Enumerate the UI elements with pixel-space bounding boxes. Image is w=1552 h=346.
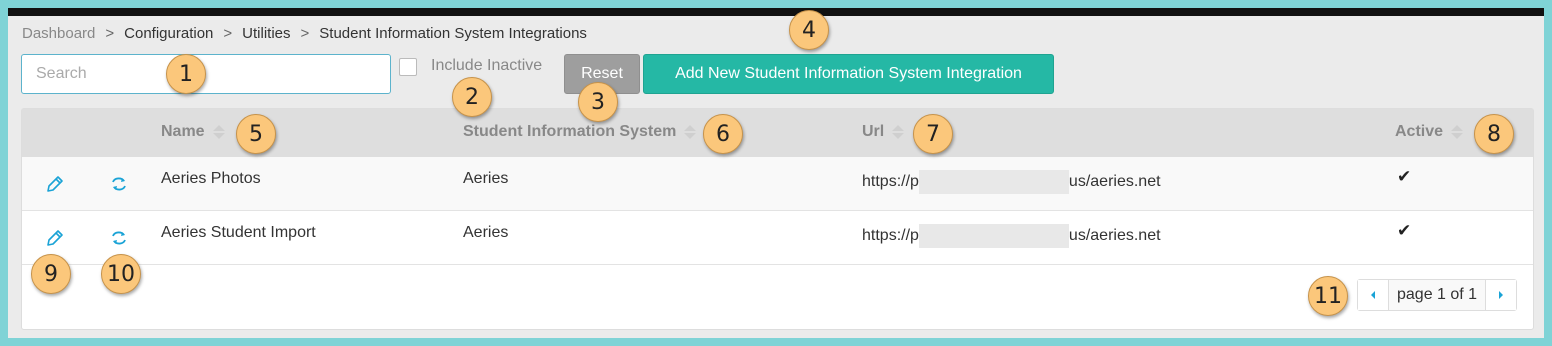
integration-sis: Aeries xyxy=(463,170,509,187)
column-header-url[interactable]: Url xyxy=(862,123,905,141)
search-input[interactable] xyxy=(21,54,391,94)
breadcrumb-separator: > xyxy=(105,25,115,42)
callout-badge: 3 xyxy=(578,82,618,122)
url-suffix: us/aeries.net xyxy=(1068,227,1161,245)
breadcrumb: Dashboard > Configuration > Utilities > … xyxy=(22,25,587,42)
pagination: page 1 of 1 xyxy=(1357,279,1518,311)
column-header-active[interactable]: Active xyxy=(1395,123,1464,141)
callout-badge: 8 xyxy=(1474,114,1514,154)
column-header-label: Active xyxy=(1395,123,1444,140)
chevron-left-icon xyxy=(1371,291,1375,299)
column-header-label: Url xyxy=(862,123,885,140)
redacted-block xyxy=(918,170,1069,194)
sort-icon xyxy=(684,125,697,139)
integration-url: https://p us/aeries.net xyxy=(862,170,1161,194)
url-prefix: https://p xyxy=(862,173,919,191)
breadcrumb-dashboard[interactable]: Dashboard xyxy=(22,25,95,42)
callout-badge: 2 xyxy=(452,77,492,117)
column-header-label: Name xyxy=(161,123,205,140)
integration-name: Aeries Student Import xyxy=(161,224,316,241)
breadcrumb-configuration[interactable]: Configuration xyxy=(124,25,213,42)
pencil-icon[interactable] xyxy=(44,227,66,249)
sync-icon[interactable] xyxy=(108,227,130,249)
callout-badge: 5 xyxy=(236,114,276,154)
previous-page-button[interactable] xyxy=(1358,280,1388,310)
breadcrumb-separator: > xyxy=(223,25,233,42)
include-inactive-label: Include Inactive xyxy=(431,57,543,74)
callout-badge: 6 xyxy=(703,114,743,154)
pencil-icon[interactable] xyxy=(44,173,66,195)
callout-badge: 9 xyxy=(31,254,71,294)
include-inactive-checkbox[interactable] xyxy=(399,58,417,76)
url-prefix: https://p xyxy=(862,227,919,245)
sort-icon xyxy=(1451,125,1464,139)
next-page-button[interactable] xyxy=(1486,280,1517,310)
breadcrumb-utilities[interactable]: Utilities xyxy=(242,25,290,42)
column-header-sis[interactable]: Student Information System xyxy=(463,123,697,141)
column-header-name[interactable]: Name xyxy=(161,123,225,141)
sync-icon[interactable] xyxy=(108,173,130,195)
callout-badge: 4 xyxy=(789,10,829,50)
active-check-icon: ✔ xyxy=(1397,221,1412,240)
integration-url: https://p us/aeries.net xyxy=(862,224,1161,248)
active-check-icon: ✔ xyxy=(1397,167,1412,186)
sort-icon xyxy=(212,125,225,139)
chevron-right-icon xyxy=(1499,291,1504,299)
table-row: Aeries Photos Aeries https://p us/aeries.… xyxy=(22,157,1533,211)
redacted-block xyxy=(918,224,1069,248)
column-header-label: Student Information System xyxy=(463,123,677,140)
page-indicator: page 1 of 1 xyxy=(1388,280,1487,310)
callout-badge: 1 xyxy=(166,54,206,94)
add-integration-button[interactable]: Add New Student Information System Integ… xyxy=(643,54,1054,94)
table-row: Aeries Student Import Aeries https://p us… xyxy=(22,211,1533,265)
callout-badge: 10 xyxy=(101,254,141,294)
url-suffix: us/aeries.net xyxy=(1068,173,1161,191)
callout-badge: 11 xyxy=(1308,276,1348,316)
callout-badge: 7 xyxy=(913,114,953,154)
breadcrumb-separator: > xyxy=(300,25,310,42)
breadcrumb-current-page: Student Information System Integrations xyxy=(319,25,587,42)
integration-name: Aeries Photos xyxy=(161,170,261,187)
sort-icon xyxy=(892,125,905,139)
integration-sis: Aeries xyxy=(463,224,509,241)
